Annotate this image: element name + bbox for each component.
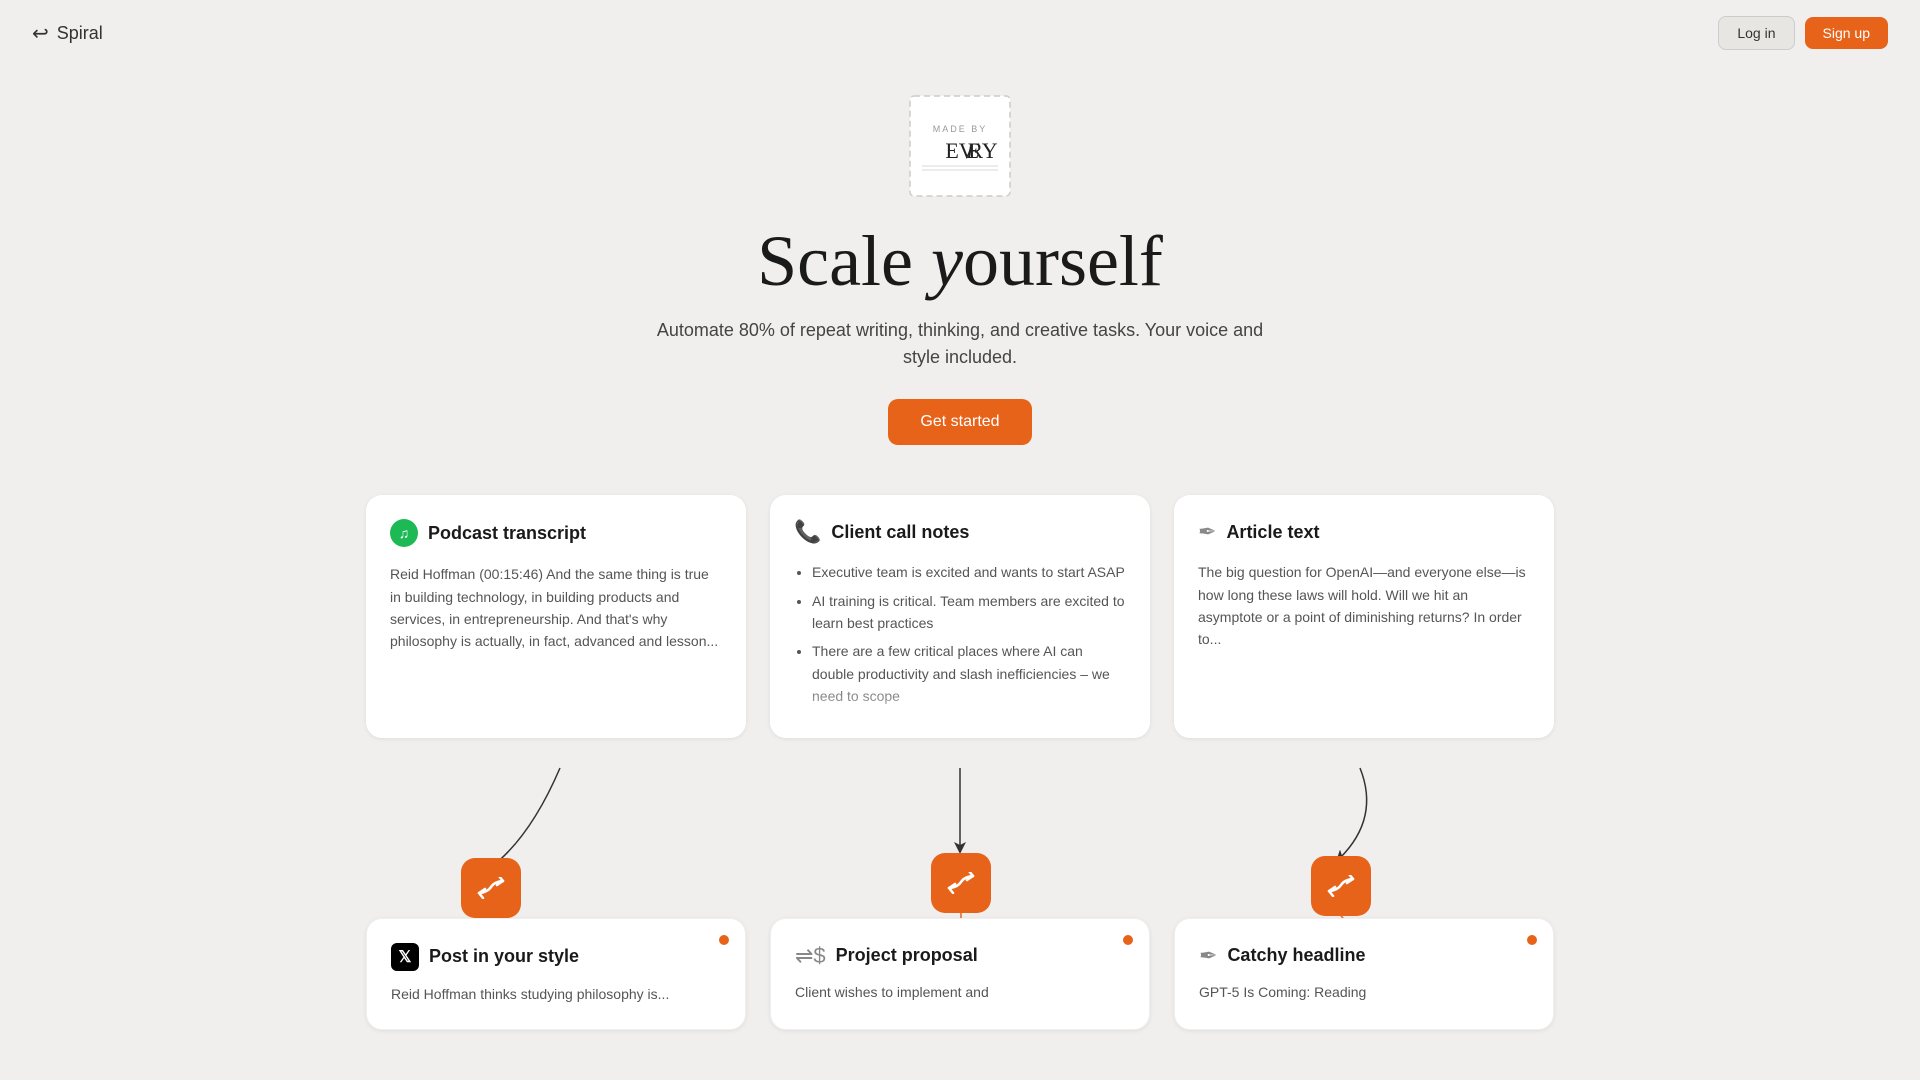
post-output-card: 𝕏 Post in your style Reid Hoffman thinks… [366,918,746,1030]
spiral-button-mid[interactable] [931,853,991,913]
dollar-icon: ⇌$ [795,943,826,969]
proposal-output-card: ⇌$ Project proposal Client wishes to imp… [770,918,1150,1030]
podcast-card: ♫ Podcast transcript Reid Hoffman (00:15… [366,495,746,737]
header: ↩ Spiral Log in Sign up [0,0,1920,66]
spiral-button-right[interactable] [1311,856,1371,916]
proposal-output-card-content: Client wishes to implement and [795,981,1125,1003]
headline-output-card-title: Catchy headline [1227,945,1365,966]
proposal-output-card-header: ⇌$ Project proposal [795,943,1125,969]
client-call-card: 📞 Client call notes Executive team is ex… [770,495,1150,737]
client-call-card-title: Client call notes [831,522,969,543]
article-card: ✒ Article text The big question for Open… [1174,495,1554,737]
logo[interactable]: ↩ Spiral [32,21,103,46]
quill-icon: ✒ [1198,519,1216,545]
client-call-card-header: 📞 Client call notes [794,519,1126,545]
output-cards-section: 𝕏 Post in your style Reid Hoffman thinks… [0,918,1920,1070]
svg-text:MADE BY: MADE BY [933,124,988,134]
post-output-card-header: 𝕏 Post in your style [391,943,721,971]
proposal-output-card-title: Project proposal [836,945,978,966]
get-started-button[interactable]: Get started [888,399,1031,445]
article-card-title: Article text [1226,522,1319,543]
post-output-card-title: Post in your style [429,946,579,967]
podcast-card-content: Reid Hoffman (00:15:46) And the same thi… [390,563,722,653]
login-button[interactable]: Log in [1718,16,1794,50]
spiral-button-left[interactable] [461,858,521,918]
dot-indicator [1527,935,1537,945]
svg-text:RY: RY [968,138,997,163]
spotify-icon: ♫ [390,519,418,547]
article-card-header: ✒ Article text [1198,519,1530,545]
article-card-content: The big question for OpenAI—and everyone… [1198,561,1530,651]
headline-output-card: ✒ Catchy headline GPT-5 Is Coming: Readi… [1174,918,1554,1030]
article-icon: ✒ [1199,943,1217,969]
podcast-card-header: ♫ Podcast transcript [390,519,722,547]
headline-output-card-content: GPT-5 Is Coming: Reading [1199,981,1529,1003]
hero-section: MADE BY EV E RY Scale yourself Automate … [0,66,1920,475]
logo-arrow-icon: ↩ [32,21,49,46]
hero-subtitle: Automate 80% of repeat writing, thinking… [650,317,1270,371]
phone-icon: 📞 [794,519,821,545]
signup-button[interactable]: Sign up [1805,17,1888,49]
dot-indicator [719,935,729,945]
flow-section [0,758,1920,938]
input-cards-section: ♫ Podcast transcript Reid Hoffman (00:15… [0,475,1920,757]
logo-text: Spiral [57,23,103,44]
hero-title: Scale yourself [757,222,1163,301]
header-buttons: Log in Sign up [1718,16,1888,50]
list-item: AI training is critical. Team members ar… [812,590,1126,635]
post-output-card-content: Reid Hoffman thinks studying philosophy … [391,983,721,1005]
list-item: Executive team is excited and wants to s… [812,561,1126,583]
x-icon: 𝕏 [391,943,419,971]
podcast-card-title: Podcast transcript [428,523,586,544]
headline-output-card-header: ✒ Catchy headline [1199,943,1529,969]
stamp-badge: MADE BY EV E RY [900,86,1020,206]
dot-indicator [1123,935,1133,945]
